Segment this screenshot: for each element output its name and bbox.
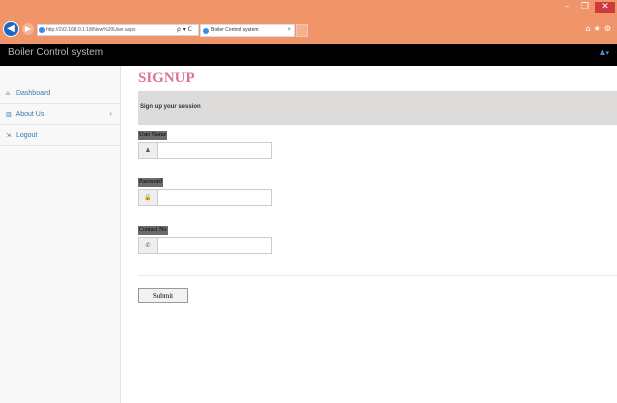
sidebar-item-label: Logout — [15, 132, 38, 139]
sidebar-item-logout[interactable]: ⇲ Logout — [0, 125, 120, 146]
username-label: User Name — [138, 131, 168, 140]
logout-icon: ⇲ — [6, 132, 12, 139]
browser-chrome: – ❐ ✕ ◀ ▶ http://192.168.0.1:18/New%20Us… — [0, 0, 617, 44]
password-field: 🔒 — [138, 189, 272, 206]
new-tab-button[interactable] — [296, 24, 308, 37]
ie-icon — [39, 27, 45, 33]
banner-text: Sign up your session — [140, 104, 201, 110]
address-bar[interactable]: http://192.168.0.1:18/New%20User.aspx — [37, 24, 199, 36]
close-window-button[interactable]: ✕ — [595, 2, 615, 13]
username-field: ♟ — [138, 142, 272, 159]
password-label: Password — [138, 178, 164, 187]
contact-input[interactable] — [158, 238, 271, 253]
ie-icon — [203, 28, 209, 34]
sidebar: ⌂ Dashboard ▥ About Us ‹ ⇲ Logout — [0, 66, 121, 403]
chevron-left-icon: ‹ — [109, 110, 112, 118]
restore-button[interactable]: ❐ — [577, 2, 593, 13]
submit-button[interactable]: Submit — [138, 288, 188, 303]
window-controls: – ❐ ✕ — [559, 2, 615, 13]
sidebar-item-about-us[interactable]: ▥ About Us ‹ — [0, 104, 120, 125]
forward-arrow-icon[interactable]: ▶ — [22, 23, 34, 35]
sidebar-item-label: Dashboard — [15, 90, 51, 97]
form-divider — [138, 275, 617, 276]
minimize-button[interactable]: – — [559, 2, 575, 13]
address-tools[interactable]: ρ ▾ C — [177, 24, 192, 36]
browser-tab[interactable]: Boiler Control system × — [200, 24, 295, 37]
contact-label: Contact No — [138, 226, 168, 235]
lock-icon: 🔒 — [139, 190, 158, 205]
sidebar-item-label: About Us — [15, 111, 45, 118]
home-star-gear-icons[interactable]: ⌂★⚙ — [586, 24, 614, 33]
tab-title: Boiler Control system — [211, 27, 259, 33]
username-input[interactable] — [158, 143, 271, 158]
user-icon: ♟ — [139, 143, 158, 158]
url-text: http://192.168.0.1:18/New%20User.aspx — [46, 27, 136, 33]
phone-icon: ✆ — [139, 238, 158, 253]
dashboard-icon: ⌂ — [6, 90, 10, 97]
back-arrow-icon[interactable]: ◀ — [3, 21, 19, 37]
page-title: SIGNUP — [138, 70, 195, 86]
signup-banner: Sign up your session — [138, 91, 617, 125]
app-header: Boiler Control system ♟▾ — [0, 44, 617, 66]
password-input[interactable] — [158, 190, 271, 205]
main-content: SIGNUP Sign up your session User Name ♟ … — [121, 66, 617, 403]
bar-chart-icon: ▥ — [6, 111, 12, 118]
tab-close-icon[interactable]: × — [287, 25, 291, 36]
sidebar-item-dashboard[interactable]: ⌂ Dashboard — [0, 83, 120, 104]
contact-field: ✆ — [138, 237, 272, 254]
brand-title[interactable]: Boiler Control system — [8, 47, 103, 58]
user-menu-icon[interactable]: ♟▾ — [599, 49, 609, 57]
